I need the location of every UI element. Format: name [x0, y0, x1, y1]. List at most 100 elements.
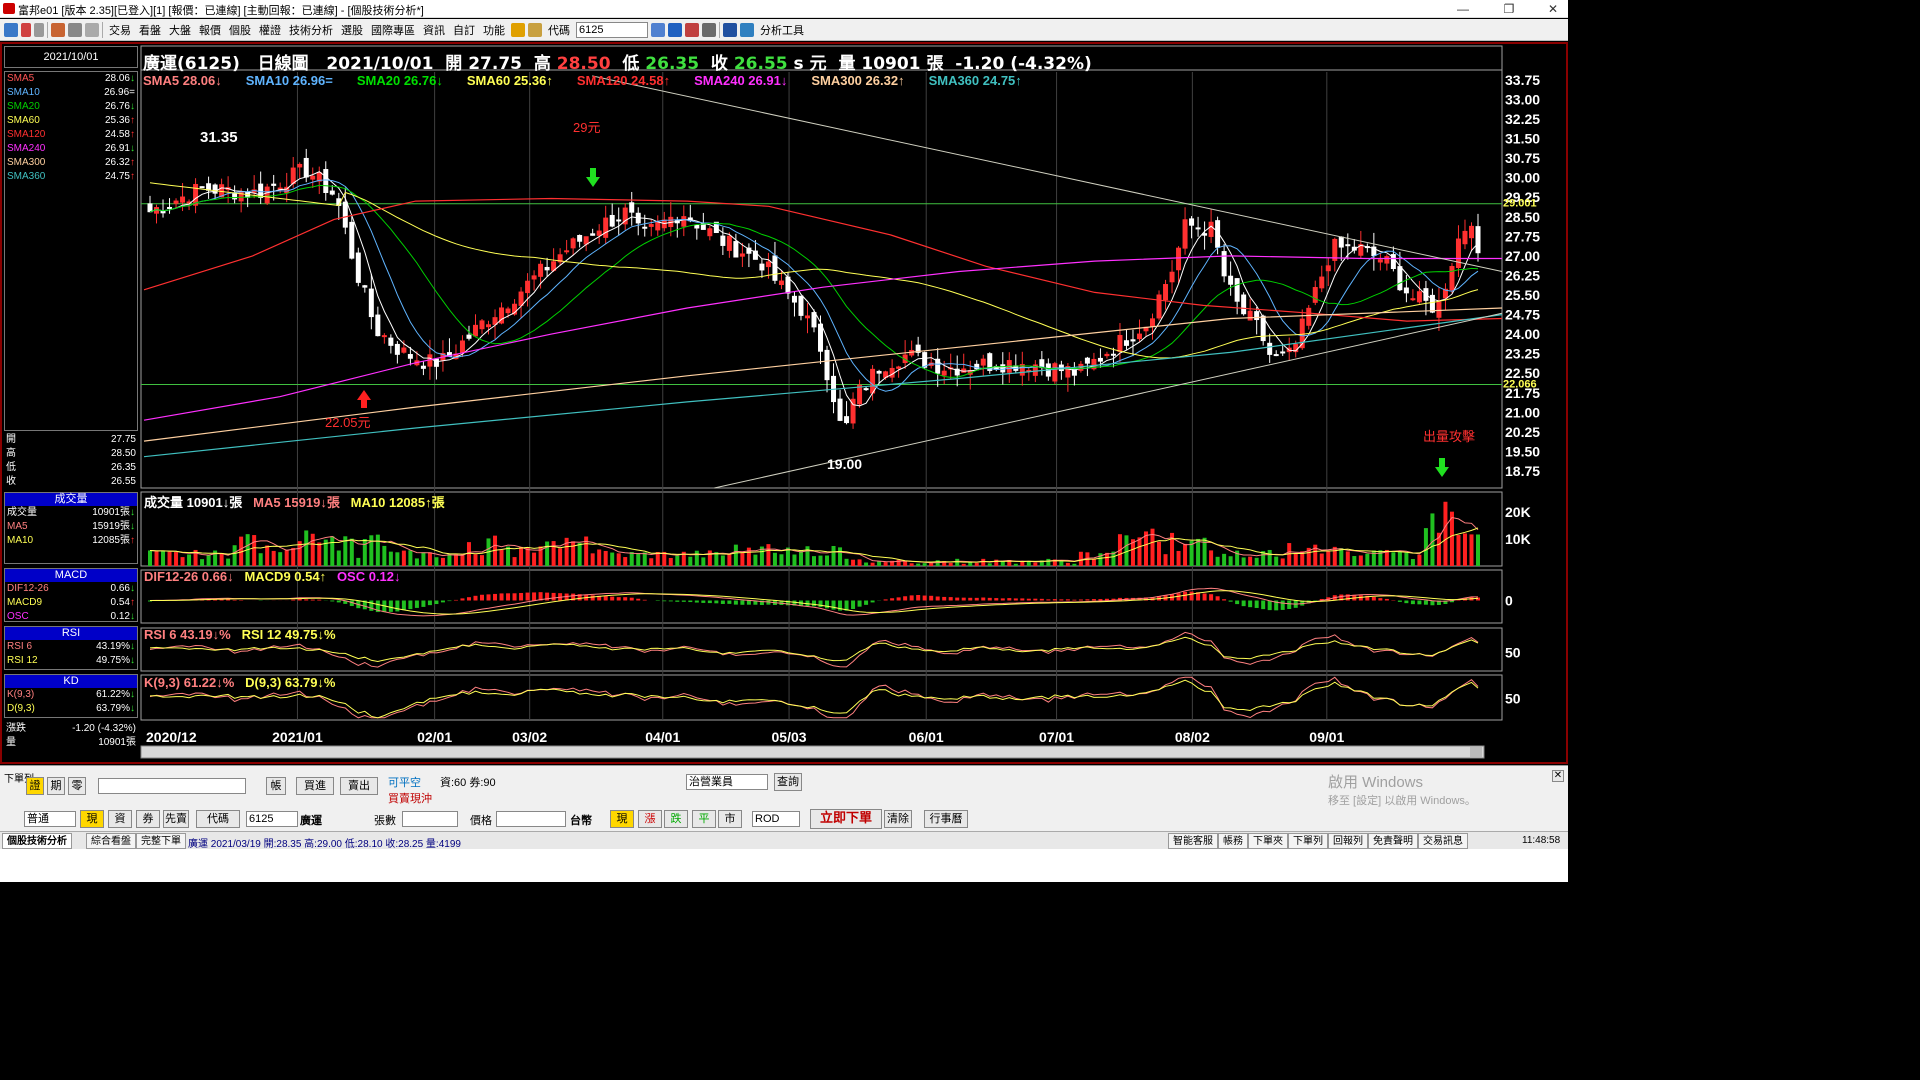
macd-bar-23	[297, 599, 302, 601]
order-type-select[interactable]: 普通	[24, 811, 76, 827]
price-tick-3: 31.50	[1505, 131, 1540, 147]
status-right-tab-4[interactable]: 回報列	[1328, 833, 1368, 849]
volume-bar-90	[733, 544, 738, 566]
candle-body-148	[1110, 353, 1116, 356]
macd-bar-48	[460, 598, 465, 601]
tab-futures[interactable]: 期	[47, 777, 65, 795]
price-limitdown-button[interactable]: 跌	[664, 810, 688, 828]
price-flat-button[interactable]: 平	[692, 810, 716, 828]
volume-bar-81	[675, 555, 680, 566]
account-select[interactable]	[98, 778, 246, 794]
volume-bar-28	[330, 536, 335, 566]
macd-bar-37	[388, 600, 393, 612]
open-value: 27.75	[468, 54, 522, 74]
price-tick-7: 28.50	[1505, 209, 1540, 225]
volume-bar-47	[453, 554, 458, 566]
volume-bar-117	[909, 563, 914, 566]
buy-arrow-icon	[357, 390, 371, 408]
price-input[interactable]	[496, 811, 566, 827]
macd-bar-79	[662, 600, 667, 602]
candle-body-55	[505, 308, 511, 314]
margin-button[interactable]: 資	[108, 810, 132, 828]
candle-body-112	[876, 370, 882, 374]
candle-body-40	[407, 354, 413, 359]
volume-bar-57	[519, 546, 524, 566]
qty-input[interactable]	[402, 811, 458, 827]
order-close-button[interactable]: ✕	[1552, 770, 1564, 782]
code-button[interactable]: 代碼	[196, 810, 240, 828]
volume-bar-46	[447, 553, 452, 566]
candle-body-119	[922, 352, 928, 368]
price-tick-11: 25.50	[1505, 287, 1540, 303]
avail-label: 可平空	[388, 777, 421, 789]
status-right-tab-0[interactable]: 智能客服	[1168, 833, 1218, 849]
status-right-tab-5[interactable]: 免責聲明	[1368, 833, 1418, 849]
volume-bar-70	[603, 550, 608, 566]
price-limitup-button[interactable]: 漲	[638, 810, 662, 828]
firstsell-button[interactable]: 先賣	[163, 810, 189, 828]
tab-stock[interactable]: 證	[26, 777, 44, 795]
status-tab-analysis[interactable]: 個股技術分析	[2, 833, 72, 849]
status-right-tab-2[interactable]: 下單夾	[1248, 833, 1288, 849]
status-right-tab-1[interactable]: 帳務	[1218, 833, 1248, 849]
volume-bar-77	[649, 558, 654, 566]
technical-chart[interactable]: 2020/12 2021/01 02/01 03/02 04/01 05/03 06/01 0…	[0, 0, 1568, 882]
candle-body-179	[1312, 287, 1318, 303]
volume-bar-75	[636, 553, 641, 566]
buy-button[interactable]: 買進	[296, 777, 334, 795]
macd-bar-74	[629, 597, 634, 601]
candle-body-90	[733, 241, 739, 258]
volume-bar-76	[642, 552, 647, 566]
macd-bar-24	[304, 599, 309, 601]
account-button[interactable]: 帳	[266, 777, 286, 795]
volume-bar-0	[148, 550, 152, 566]
candle-body-172	[1267, 342, 1273, 355]
status-tab-order[interactable]: 完整下單	[136, 833, 186, 849]
sell-button[interactable]: 賣出	[340, 777, 378, 795]
query-button[interactable]: 查詢	[774, 773, 802, 791]
volume-bar-158	[1176, 550, 1181, 566]
broker-select[interactable]: 治營業員	[686, 774, 768, 790]
macd-bar-46	[447, 600, 452, 602]
volume-bar-173	[1274, 556, 1279, 566]
volume-bar-124	[955, 558, 960, 566]
macd-bar-121	[935, 596, 940, 601]
volume-bars	[148, 501, 1480, 566]
tab-odd[interactable]: 零	[68, 777, 86, 795]
candle-body-157	[1169, 271, 1175, 283]
price-market-button[interactable]: 市	[718, 810, 742, 828]
status-right-tab-3[interactable]: 下單列	[1288, 833, 1328, 849]
volume-bar-125	[961, 563, 966, 566]
volume-bar-2	[161, 550, 166, 566]
macd-bar-115	[896, 597, 901, 601]
volume-bar-100	[798, 550, 803, 566]
macd-bar-190	[1384, 598, 1389, 601]
volume-bar-64	[564, 537, 569, 566]
macd-bar-45	[440, 600, 445, 603]
macd-bar-137	[1039, 598, 1044, 601]
macd-bar-126	[968, 597, 973, 601]
date-label-9: 09/01	[1309, 729, 1344, 745]
candle-body-137	[1039, 359, 1045, 368]
tif-select[interactable]: ROD	[752, 811, 800, 827]
status-right-tab-6[interactable]: 交易訊息	[1418, 833, 1468, 849]
order-code-input[interactable]: 6125	[246, 811, 298, 827]
candle-body-111	[870, 368, 876, 394]
submit-order-button[interactable]: 立即下單	[810, 809, 882, 829]
volume-bar-41	[414, 558, 419, 566]
calendar-button[interactable]: 行事曆	[924, 810, 968, 828]
clear-button[interactable]: 清除	[884, 810, 912, 828]
volume-bar-130	[994, 559, 999, 566]
volume-bar-204	[1476, 534, 1480, 566]
macd-bar-120	[929, 595, 934, 601]
macd-bar-72	[616, 597, 621, 601]
volume-bar-95	[766, 544, 771, 566]
spot-button[interactable]: 現	[80, 810, 104, 828]
volume-bar-141	[1065, 562, 1070, 566]
short-button[interactable]: 券	[136, 810, 160, 828]
ma-legend-5: SMA240 26.91↓	[694, 73, 788, 88]
price-now-button[interactable]: 現	[610, 810, 634, 828]
status-tab-overview[interactable]: 綜合看盤	[86, 833, 136, 849]
candle-body-161	[1195, 227, 1201, 230]
macd-bar-165	[1222, 599, 1227, 601]
